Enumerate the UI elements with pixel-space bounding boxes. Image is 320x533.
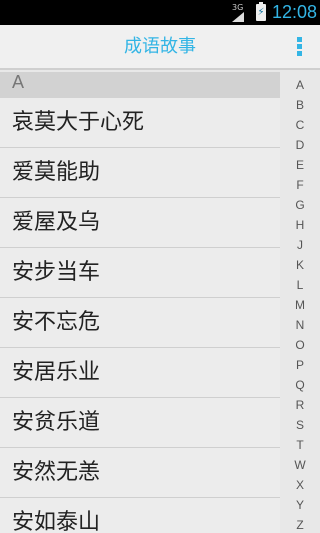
list-item[interactable]: 安然无恙 — [0, 448, 288, 498]
list-item[interactable]: 爱莫能助 — [0, 148, 288, 198]
alphabet-index-bar[interactable]: ABCDEFGHJKLMNOPQRSTWXYZ — [280, 72, 320, 533]
section-header: A — [0, 72, 288, 98]
list-item[interactable]: 安贫乐道 — [0, 398, 288, 448]
network-type: 3G — [232, 3, 244, 12]
list-item[interactable]: 哀莫大于心死 — [0, 98, 288, 148]
index-letter-q[interactable]: Q — [280, 377, 320, 393]
list-item[interactable]: 安不忘危 — [0, 298, 288, 348]
index-letter-o[interactable]: O — [280, 337, 320, 353]
index-letter-e[interactable]: E — [280, 157, 320, 173]
list-item[interactable]: 安步当车 — [0, 248, 288, 298]
index-letter-p[interactable]: P — [280, 357, 320, 373]
signal-icon — [232, 12, 244, 22]
index-letter-n[interactable]: N — [280, 317, 320, 333]
index-letter-z[interactable]: Z — [280, 517, 320, 533]
index-letter-x[interactable]: X — [280, 477, 320, 493]
index-letter-y[interactable]: Y — [280, 497, 320, 513]
index-letter-j[interactable]: J — [280, 237, 320, 253]
index-letter-t[interactable]: T — [280, 437, 320, 453]
index-letter-d[interactable]: D — [280, 137, 320, 153]
index-letter-s[interactable]: S — [280, 417, 320, 433]
index-letter-h[interactable]: H — [280, 217, 320, 233]
clock: 12:08 — [272, 2, 318, 22]
index-letter-r[interactable]: R — [280, 397, 320, 413]
list-item[interactable]: 爱屋及乌 — [0, 198, 288, 248]
idiom-list[interactable]: A 哀莫大于心死 爱莫能助 爱屋及乌 安步当车 安不忘危 安居乐业 安贫乐道 安… — [0, 72, 288, 533]
index-letter-f[interactable]: F — [280, 177, 320, 193]
overflow-menu-icon[interactable] — [296, 36, 304, 60]
index-letter-l[interactable]: L — [280, 277, 320, 293]
index-letter-m[interactable]: M — [280, 297, 320, 313]
status-bar: 3G 12:08 — [0, 0, 320, 25]
page-title: 成语故事 — [124, 36, 196, 57]
list-item[interactable]: 安如泰山 — [0, 498, 288, 533]
index-letter-b[interactable]: B — [280, 97, 320, 113]
index-letter-k[interactable]: K — [280, 257, 320, 273]
index-letter-w[interactable]: W — [280, 457, 320, 473]
action-bar: 成语故事 — [0, 25, 320, 70]
list-item[interactable]: 安居乐业 — [0, 348, 288, 398]
index-letter-c[interactable]: C — [280, 117, 320, 133]
battery-charging-icon — [256, 2, 266, 21]
index-letter-g[interactable]: G — [280, 197, 320, 213]
index-letter-a[interactable]: A — [280, 77, 320, 93]
